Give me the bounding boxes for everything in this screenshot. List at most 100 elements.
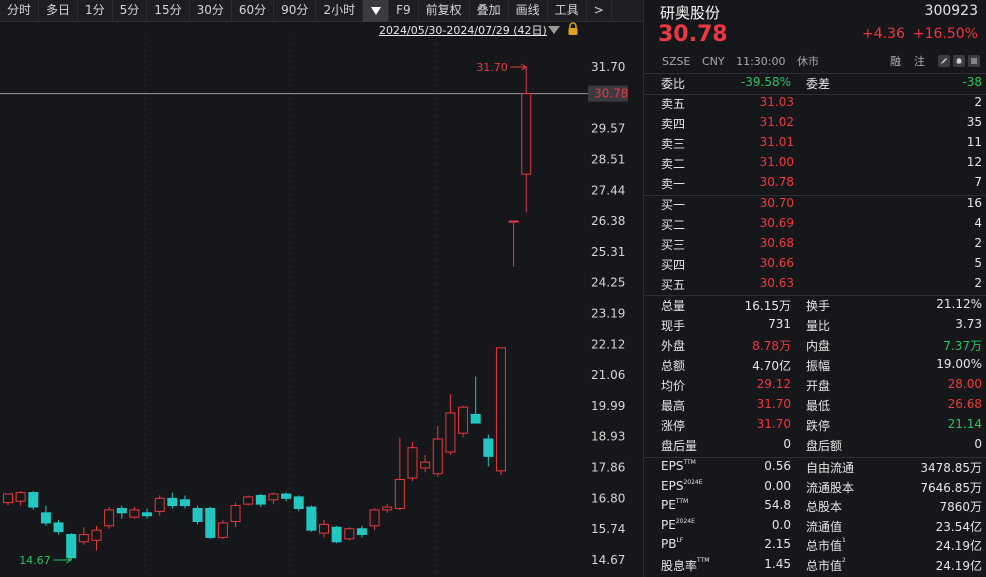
candle-body xyxy=(331,526,342,543)
metric-name: 股息率 xyxy=(661,558,698,573)
period-dropdown[interactable] xyxy=(363,0,390,22)
metric-label: PE2024E xyxy=(661,518,695,532)
level-volume: 35 xyxy=(966,115,982,129)
level-price: 31.01 xyxy=(759,135,794,149)
toolbar-item[interactable]: 分时 xyxy=(0,0,40,22)
toolbar-item[interactable]: 1分 xyxy=(78,0,113,22)
level-label: 买三 xyxy=(661,238,686,252)
level-price: 31.00 xyxy=(759,155,794,169)
metric-name: 流通股本 xyxy=(806,480,855,495)
toolbar-item[interactable]: 5分 xyxy=(113,0,148,22)
y-tick-label: 28.51 xyxy=(591,152,625,166)
toolbar-item[interactable]: 工具 xyxy=(548,0,587,22)
stat-label: 最高 xyxy=(661,399,686,413)
weicha-label: 委差 xyxy=(806,77,831,91)
metric-value: 7646.85万 xyxy=(920,480,982,495)
ask-level[interactable]: 卖一 30.78 7 xyxy=(644,175,986,195)
candle-body xyxy=(116,507,127,514)
candle-body xyxy=(243,496,254,505)
lock-icon[interactable] xyxy=(567,22,579,36)
ask-level[interactable]: 卖二 31.00 12 xyxy=(644,155,986,175)
y-tick-label: 31.70 xyxy=(591,60,625,74)
candle-body xyxy=(458,406,469,434)
menu-icon[interactable] xyxy=(968,55,980,67)
metric-value: 0.00 xyxy=(764,478,791,493)
stat-value: 0 xyxy=(783,437,791,451)
y-tick-label: 15.74 xyxy=(591,522,625,536)
metric-value: 24.19亿 xyxy=(935,558,982,573)
bell-icon[interactable] xyxy=(953,55,965,67)
metric-value: 23.54亿 xyxy=(935,519,982,534)
candle-body xyxy=(521,93,532,175)
toolbar-item[interactable]: 90分 xyxy=(274,0,317,22)
metric-name: 自由流通 xyxy=(806,461,855,475)
bid-level[interactable]: 买二 30.69 4 xyxy=(644,216,986,236)
stock-code: 300923 xyxy=(924,3,978,19)
candle-body xyxy=(382,506,393,511)
stat-label: 盘后量 xyxy=(661,439,698,453)
bid-level[interactable]: 买一 30.70 16 xyxy=(644,196,986,216)
toolbar-item[interactable]: F9 xyxy=(389,0,419,22)
toolbar-item[interactable]: 前复权 xyxy=(419,0,470,22)
separator xyxy=(644,295,986,296)
candle-body xyxy=(394,479,405,509)
last-price: 30.78 xyxy=(658,22,728,47)
y-tick-label: 27.44 xyxy=(591,183,625,197)
stat-value: 19.00% xyxy=(936,357,982,371)
candle-body xyxy=(268,493,279,501)
stat-row: 外盘 8.78万 内盘 7.37万 xyxy=(644,337,986,357)
change-amount: +4.36 xyxy=(861,26,905,42)
quote-panel: 研奥股份 300923 30.78 +4.36 +16.50% SZSE CNY … xyxy=(644,0,986,577)
candle-body xyxy=(483,438,494,457)
candle-body xyxy=(91,529,102,541)
toolbar-item[interactable]: 画线 xyxy=(509,0,548,22)
metric-label: 自由流通 xyxy=(806,459,854,476)
toolbar-item[interactable]: > xyxy=(587,0,612,22)
level-volume: 2 xyxy=(974,95,982,109)
bid-level[interactable]: 买五 30.63 2 xyxy=(644,276,986,296)
margin-tag: 融 xyxy=(890,55,901,68)
candle-body xyxy=(293,496,304,509)
metric-value: 3478.85万 xyxy=(920,461,982,475)
candle-body xyxy=(66,534,77,559)
y-tick-label: 17.86 xyxy=(591,461,625,475)
candle-body xyxy=(142,512,153,517)
toolbar-item[interactable]: 15分 xyxy=(147,0,190,22)
y-tick-label: 22.12 xyxy=(591,337,625,351)
bid-level[interactable]: 买三 30.68 2 xyxy=(644,236,986,256)
edit-icon[interactable] xyxy=(938,55,950,67)
toolbar-item[interactable]: 叠加 xyxy=(470,0,509,22)
separator xyxy=(644,195,986,196)
ask-level[interactable]: 卖四 31.02 35 xyxy=(644,115,986,135)
stat-value: 21.12% xyxy=(936,297,982,311)
candle-body xyxy=(495,347,506,472)
stat-value: 8.78万 xyxy=(752,339,791,353)
date-range-label[interactable]: 2024/05/30-2024/07/29 (42日) xyxy=(379,22,547,38)
level-label: 卖四 xyxy=(661,117,686,131)
metric-label: PBLF xyxy=(661,537,683,551)
candle-body xyxy=(28,492,39,508)
toolbar-item[interactable]: 30分 xyxy=(190,0,232,22)
stat-row: 总额 4.70亿 振幅 19.00% xyxy=(644,357,986,377)
fundamental-row: EPS2024E 0.00 流通股本 7646.85万 xyxy=(644,479,986,499)
stat-label: 最低 xyxy=(806,399,831,413)
ask-level[interactable]: 卖五 31.03 2 xyxy=(644,95,986,115)
registration-tag: 注 xyxy=(914,55,925,68)
metric-name: 总市值 xyxy=(806,539,843,553)
metric-value: 7860万 xyxy=(939,500,982,514)
level-volume: 11 xyxy=(966,135,982,149)
toolbar-item[interactable]: 2小时 xyxy=(316,0,364,22)
candlestick-chart[interactable]: 31.70 29.57 28.51 27.44 26.38 25.31 24.25 23.19… xyxy=(0,22,643,577)
metric-suffix: TTM xyxy=(675,498,689,505)
bid-level[interactable]: 买四 30.66 5 xyxy=(644,256,986,276)
toolbar-item[interactable]: 多日 xyxy=(39,0,79,22)
toolbar-item[interactable]: 60分 xyxy=(232,0,275,22)
chart-canvas[interactable]: 31.70 29.57 28.51 27.44 26.38 25.31 24.25 23.19… xyxy=(0,22,643,577)
metric-suffix: 1 xyxy=(842,537,846,544)
stat-row: 均价 29.12 开盘 28.00 xyxy=(644,377,986,397)
range-dropdown-icon[interactable] xyxy=(547,25,561,35)
level-volume: 2 xyxy=(974,276,982,290)
ask-level[interactable]: 卖三 31.01 11 xyxy=(644,135,986,155)
fundamental-row: PE2024E 0.0 流通值 23.54亿 xyxy=(644,518,986,538)
chart-background xyxy=(0,22,643,577)
